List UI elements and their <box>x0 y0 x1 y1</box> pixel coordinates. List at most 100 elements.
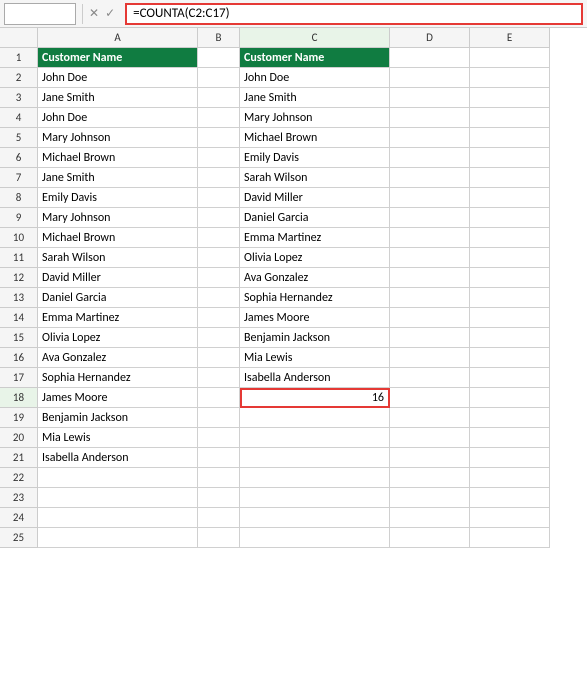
cell-b21[interactable] <box>198 448 240 468</box>
cell-e18[interactable] <box>470 388 550 408</box>
cell-c22[interactable] <box>240 468 390 488</box>
cell-e10[interactable] <box>470 228 550 248</box>
cell-a18[interactable]: James Moore <box>38 388 198 408</box>
cell-b14[interactable] <box>198 308 240 328</box>
cell-d13[interactable] <box>390 288 470 308</box>
cell-e21[interactable] <box>470 448 550 468</box>
cell-d7[interactable] <box>390 168 470 188</box>
cell-e14[interactable] <box>470 308 550 328</box>
cell-reference-box[interactable] <box>4 3 76 25</box>
cell-d19[interactable] <box>390 408 470 428</box>
cell-a11[interactable]: Sarah Wilson <box>38 248 198 268</box>
cell-b6[interactable] <box>198 148 240 168</box>
cell-e15[interactable] <box>470 328 550 348</box>
cell-e4[interactable] <box>470 108 550 128</box>
col-header-e[interactable]: E <box>470 28 550 48</box>
cell-a1[interactable]: Customer Name <box>38 48 198 68</box>
cell-a20[interactable]: Mia Lewis <box>38 428 198 448</box>
cell-e24[interactable] <box>470 508 550 528</box>
cell-b12[interactable] <box>198 268 240 288</box>
cell-c7[interactable]: Sarah Wilson <box>240 168 390 188</box>
cell-d17[interactable] <box>390 368 470 388</box>
cell-c24[interactable] <box>240 508 390 528</box>
cell-e5[interactable] <box>470 128 550 148</box>
cell-d2[interactable] <box>390 68 470 88</box>
cell-d16[interactable] <box>390 348 470 368</box>
cell-d4[interactable] <box>390 108 470 128</box>
cell-c9[interactable]: Daniel Garcia <box>240 208 390 228</box>
cell-d11[interactable] <box>390 248 470 268</box>
cell-c2[interactable]: John Doe <box>240 68 390 88</box>
cell-a8[interactable]: Emily Davis <box>38 188 198 208</box>
cell-b5[interactable] <box>198 128 240 148</box>
cell-e2[interactable] <box>470 68 550 88</box>
cell-a13[interactable]: Daniel Garcia <box>38 288 198 308</box>
cell-c12[interactable]: Ava Gonzalez <box>240 268 390 288</box>
cell-d24[interactable] <box>390 508 470 528</box>
col-header-d[interactable]: D <box>390 28 470 48</box>
cell-d12[interactable] <box>390 268 470 288</box>
cell-a22[interactable] <box>38 468 198 488</box>
cell-d25[interactable] <box>390 528 470 548</box>
cell-e6[interactable] <box>470 148 550 168</box>
cell-a14[interactable]: Emma Martinez <box>38 308 198 328</box>
col-header-c[interactable]: C <box>240 28 390 48</box>
formula-input[interactable] <box>125 3 583 25</box>
cell-d23[interactable] <box>390 488 470 508</box>
cell-b10[interactable] <box>198 228 240 248</box>
cell-d5[interactable] <box>390 128 470 148</box>
cell-c6[interactable]: Emily Davis <box>240 148 390 168</box>
cell-d15[interactable] <box>390 328 470 348</box>
cell-e1[interactable] <box>470 48 550 68</box>
cell-b9[interactable] <box>198 208 240 228</box>
cell-d14[interactable] <box>390 308 470 328</box>
cell-e8[interactable] <box>470 188 550 208</box>
cell-a24[interactable] <box>38 508 198 528</box>
cell-e25[interactable] <box>470 528 550 548</box>
cell-a12[interactable]: David Miller <box>38 268 198 288</box>
cell-e3[interactable] <box>470 88 550 108</box>
cell-a6[interactable]: Michael Brown <box>38 148 198 168</box>
cell-b25[interactable] <box>198 528 240 548</box>
cell-c4[interactable]: Mary Johnson <box>240 108 390 128</box>
cell-c10[interactable]: Emma Martinez <box>240 228 390 248</box>
cell-e12[interactable] <box>470 268 550 288</box>
cell-b24[interactable] <box>198 508 240 528</box>
cell-e11[interactable] <box>470 248 550 268</box>
cell-c14[interactable]: James Moore <box>240 308 390 328</box>
cell-c5[interactable]: Michael Brown <box>240 128 390 148</box>
cell-a4[interactable]: John Doe <box>38 108 198 128</box>
cell-c11[interactable]: Olivia Lopez <box>240 248 390 268</box>
cell-b2[interactable] <box>198 68 240 88</box>
cell-b15[interactable] <box>198 328 240 348</box>
cell-c15[interactable]: Benjamin Jackson <box>240 328 390 348</box>
cell-d20[interactable] <box>390 428 470 448</box>
cell-c8[interactable]: David Miller <box>240 188 390 208</box>
cell-c20[interactable] <box>240 428 390 448</box>
cell-c17[interactable]: Isabella Anderson <box>240 368 390 388</box>
cell-d9[interactable] <box>390 208 470 228</box>
cell-b1[interactable] <box>198 48 240 68</box>
cell-c13[interactable]: Sophia Hernandez <box>240 288 390 308</box>
cell-a15[interactable]: Olivia Lopez <box>38 328 198 348</box>
cell-e17[interactable] <box>470 368 550 388</box>
cell-a9[interactable]: Mary Johnson <box>38 208 198 228</box>
cell-b19[interactable] <box>198 408 240 428</box>
cell-e20[interactable] <box>470 428 550 448</box>
cell-d21[interactable] <box>390 448 470 468</box>
cell-c25[interactable] <box>240 528 390 548</box>
cell-a23[interactable] <box>38 488 198 508</box>
cell-e7[interactable] <box>470 168 550 188</box>
cell-a19[interactable]: Benjamin Jackson <box>38 408 198 428</box>
cell-e19[interactable] <box>470 408 550 428</box>
cell-d18[interactable] <box>390 388 470 408</box>
cell-e13[interactable] <box>470 288 550 308</box>
cell-b18[interactable] <box>198 388 240 408</box>
cell-a25[interactable] <box>38 528 198 548</box>
cell-d8[interactable] <box>390 188 470 208</box>
cell-e16[interactable] <box>470 348 550 368</box>
cell-a21[interactable]: Isabella Anderson <box>38 448 198 468</box>
cell-d10[interactable] <box>390 228 470 248</box>
cell-c23[interactable] <box>240 488 390 508</box>
cell-e23[interactable] <box>470 488 550 508</box>
